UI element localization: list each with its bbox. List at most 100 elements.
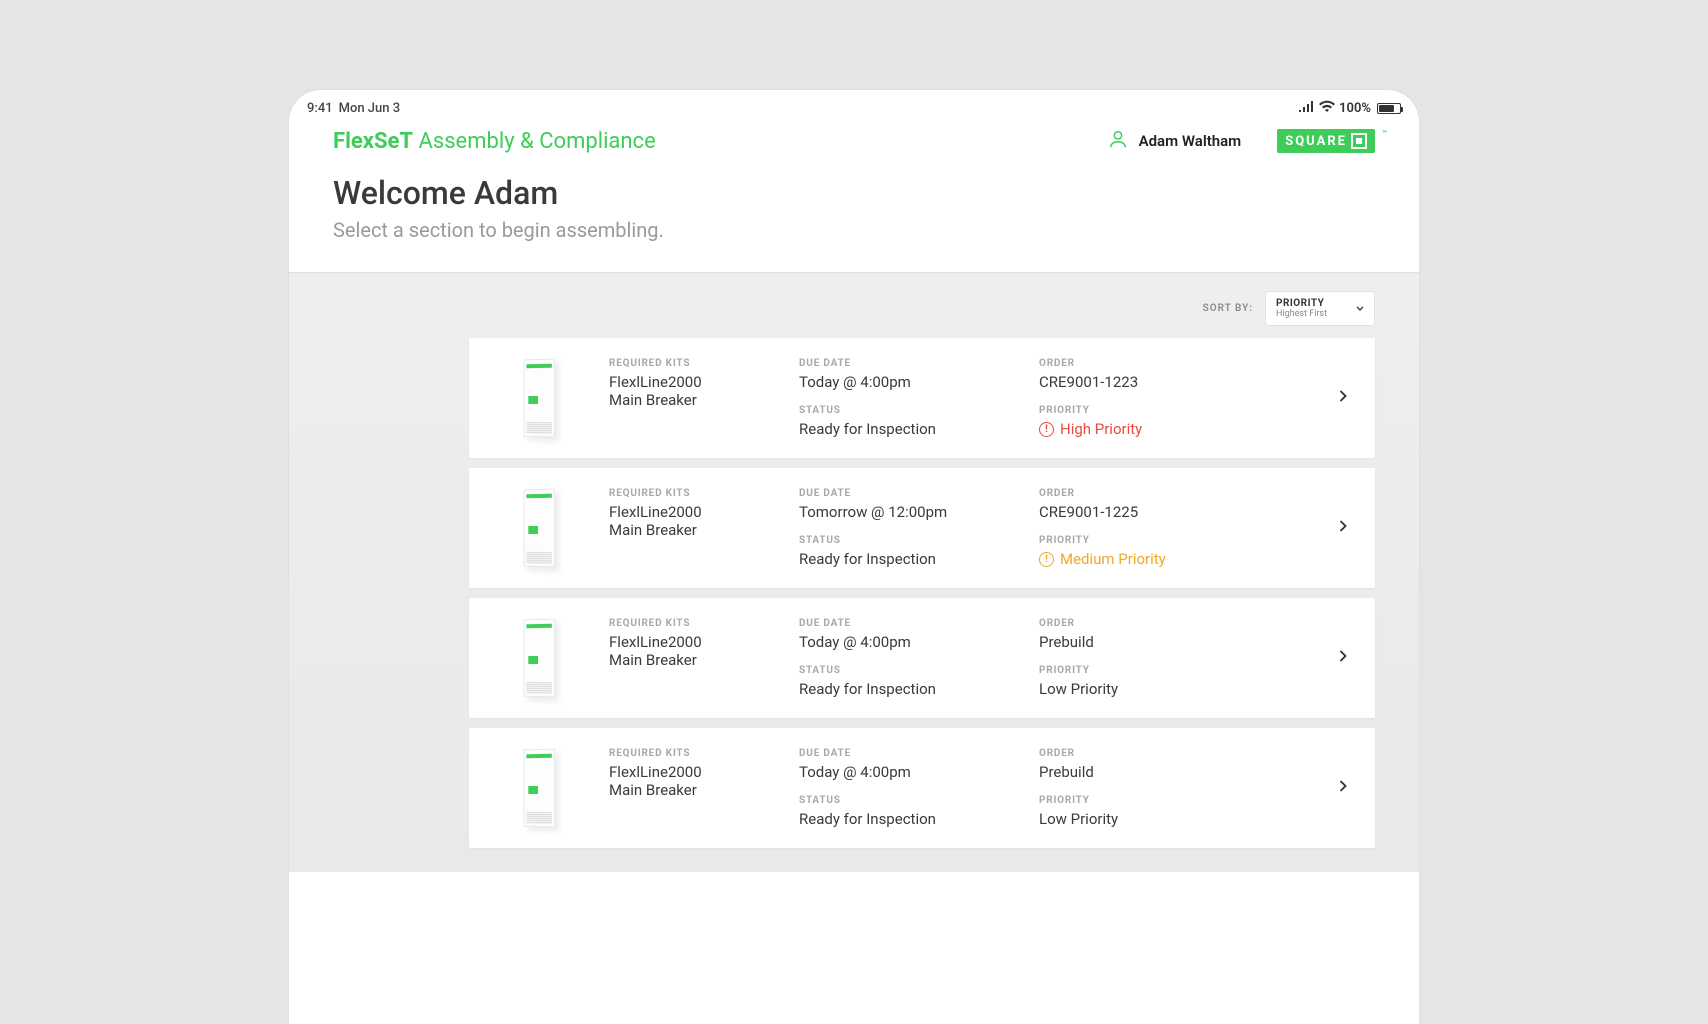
due-date-value: Tomorrow @ 12:00pm <box>799 503 1009 521</box>
due-date-value: Today @ 4:00pm <box>799 633 1009 651</box>
status-bar: 9:41 Mon Jun 3 100% <box>289 90 1419 116</box>
logo-d-box <box>1351 133 1367 149</box>
priority-label: PRIORITY <box>1039 405 1239 416</box>
due-date-label: DUE DATE <box>799 488 1009 499</box>
alert-icon: ! <box>1039 422 1054 437</box>
card-columns: REQUIRED KITS FlexlLine2000Main Breaker DU… <box>609 618 1333 698</box>
assembly-card[interactable]: REQUIRED KITS FlexlLine2000Main Breaker DU… <box>469 468 1375 588</box>
kit-line-2: Main Breaker <box>609 781 769 799</box>
due-date-value: Today @ 4:00pm <box>799 373 1009 391</box>
kit-line-1: FlexlLine2000 <box>609 503 769 521</box>
app-header: FlexSeT Assembly & Compliance Adam Walth… <box>289 116 1419 154</box>
kits-group: REQUIRED KITS FlexlLine2000Main Breaker <box>609 618 769 669</box>
status-time: 9:41 <box>307 101 333 116</box>
order-label: ORDER <box>1039 748 1239 759</box>
battery-icon <box>1377 103 1401 114</box>
kit-line-1: FlexlLine2000 <box>609 633 769 651</box>
list-area: SORT BY: PRIORITY Highest First REQUIRED… <box>289 272 1419 872</box>
order-value: CRE9001-1225 <box>1039 503 1239 521</box>
tablet-frame: 9:41 Mon Jun 3 100% FlexSeT Assembly & C… <box>289 90 1419 1024</box>
kit-line-2: Main Breaker <box>609 651 769 669</box>
product-thumbnail <box>469 738 609 838</box>
alert-icon: ! <box>1039 552 1054 567</box>
logo-text: SQUARE <box>1285 134 1347 149</box>
due-date-value: Today @ 4:00pm <box>799 763 1009 781</box>
card-list: REQUIRED KITSFlexlLine2000Main BreakerDU… <box>289 338 1419 848</box>
status-label: STATUS <box>799 665 1009 676</box>
status-value: Ready for Inspection <box>799 680 1009 698</box>
product-thumbnail <box>469 348 609 448</box>
sort-by-label: SORT BY: <box>1203 303 1253 314</box>
due-date-label: DUE DATE <box>799 748 1009 759</box>
user-name: Adam Waltham <box>1139 132 1242 150</box>
kit-line-1: FlexlLine2000 <box>609 763 769 781</box>
order-label: ORDER <box>1039 488 1239 499</box>
order-priority-group: ORDER Prebuild PRIORITY Low Priority <box>1039 618 1239 698</box>
brand-bold: FlexSeT <box>333 129 413 154</box>
priority-label: PRIORITY <box>1039 535 1239 546</box>
due-status-group: DUE DATE Today @ 4:00pm STATUS Ready for In… <box>799 358 1009 438</box>
order-priority-group: ORDER CRE9001-1223 PRIORITY! High Priority <box>1039 358 1239 438</box>
user-profile[interactable]: Adam Waltham <box>1107 128 1242 154</box>
logo-tm: ™ <box>1382 129 1387 138</box>
kits-group: REQUIRED KITS FlexlLine2000Main Breaker <box>609 358 769 409</box>
product-thumbnail <box>469 478 609 578</box>
kit-line-2: Main Breaker <box>609 391 769 409</box>
user-icon <box>1107 128 1129 154</box>
chevron-right-icon <box>1333 646 1353 670</box>
order-priority-group: ORDER CRE9001-1225 PRIORITY! Medium Priorit… <box>1039 488 1239 568</box>
due-date-label: DUE DATE <box>799 358 1009 369</box>
status-label: STATUS <box>799 405 1009 416</box>
sort-option: PRIORITY <box>1276 298 1344 309</box>
order-priority-group: ORDERPrebuildPRIORITYLow Priority <box>1039 748 1239 828</box>
due-status-group: DUE DATE Tomorrow @ 12:00pm STATUS Ready fo… <box>799 488 1009 568</box>
due-date-label: DUE DATE <box>799 618 1009 629</box>
kit-line-2: Main Breaker <box>609 521 769 539</box>
battery-percent: 100% <box>1339 101 1371 116</box>
kit-line-1: FlexlLine2000 <box>609 373 769 391</box>
priority-value: High Priority <box>1060 420 1142 438</box>
priority-value: Low Priority <box>1039 680 1239 698</box>
chevron-down-icon <box>1354 299 1366 318</box>
priority-value: Medium Priority <box>1060 550 1166 568</box>
required-kits-label: REQUIRED KITS <box>609 618 769 629</box>
chevron-right-icon <box>1333 516 1353 540</box>
product-thumbnail <box>469 608 609 708</box>
priority-label: PRIORITY <box>1039 795 1239 806</box>
required-kits-label: REQUIRED KITS <box>609 488 769 499</box>
status-value: Ready for Inspection <box>799 810 1009 828</box>
assembly-card[interactable]: REQUIRED KITS FlexlLine2000Main Breaker DU… <box>469 338 1375 458</box>
page-subtitle: Select a section to begin assembling. <box>333 218 1375 242</box>
status-label: STATUS <box>799 535 1009 546</box>
status-label: STATUS <box>799 795 1009 806</box>
wifi-icon <box>1319 100 1335 116</box>
brand-title: FlexSeT Assembly & Compliance <box>333 129 656 154</box>
status-date: Mon Jun 3 <box>339 101 401 116</box>
status-value: Ready for Inspection <box>799 420 1009 438</box>
required-kits-label: REQUIRED KITS <box>609 358 769 369</box>
cellular-icon <box>1299 101 1315 116</box>
chevron-right-icon <box>1333 386 1353 410</box>
sort-row: SORT BY: PRIORITY Highest First <box>289 291 1419 338</box>
page-title: Welcome Adam <box>333 174 1375 212</box>
order-label: ORDER <box>1039 618 1239 629</box>
kits-group: REQUIRED KITS FlexlLine2000Main Breaker <box>609 748 769 799</box>
priority-value: Low Priority <box>1039 810 1239 828</box>
assembly-card[interactable]: REQUIRED KITS FlexlLine2000Main Breaker DU… <box>469 728 1375 848</box>
status-value: Ready for Inspection <box>799 550 1009 568</box>
order-label: ORDER <box>1039 358 1239 369</box>
order-value: CRE9001-1223 <box>1039 373 1239 391</box>
welcome-section: Welcome Adam Select a section to begin a… <box>289 154 1419 272</box>
order-value: Prebuild <box>1039 633 1239 651</box>
chevron-right-icon <box>1333 776 1353 800</box>
sort-sub: Highest First <box>1276 309 1344 319</box>
card-columns: REQUIRED KITS FlexlLine2000Main Breaker DU… <box>609 488 1333 568</box>
assembly-card[interactable]: REQUIRED KITS FlexlLine2000Main Breaker DU… <box>469 598 1375 718</box>
brand-rest: Assembly & Compliance <box>413 129 656 154</box>
card-columns: REQUIRED KITS FlexlLine2000Main Breaker DU… <box>609 358 1333 438</box>
required-kits-label: REQUIRED KITS <box>609 748 769 759</box>
due-status-group: DUE DATE Today @ 4:00pm STATUS Ready for In… <box>799 618 1009 698</box>
due-status-group: DUE DATE Today @ 4:00pm STATUS Ready for In… <box>799 748 1009 828</box>
sort-dropdown[interactable]: PRIORITY Highest First <box>1265 291 1375 326</box>
priority-label: PRIORITY <box>1039 665 1239 676</box>
